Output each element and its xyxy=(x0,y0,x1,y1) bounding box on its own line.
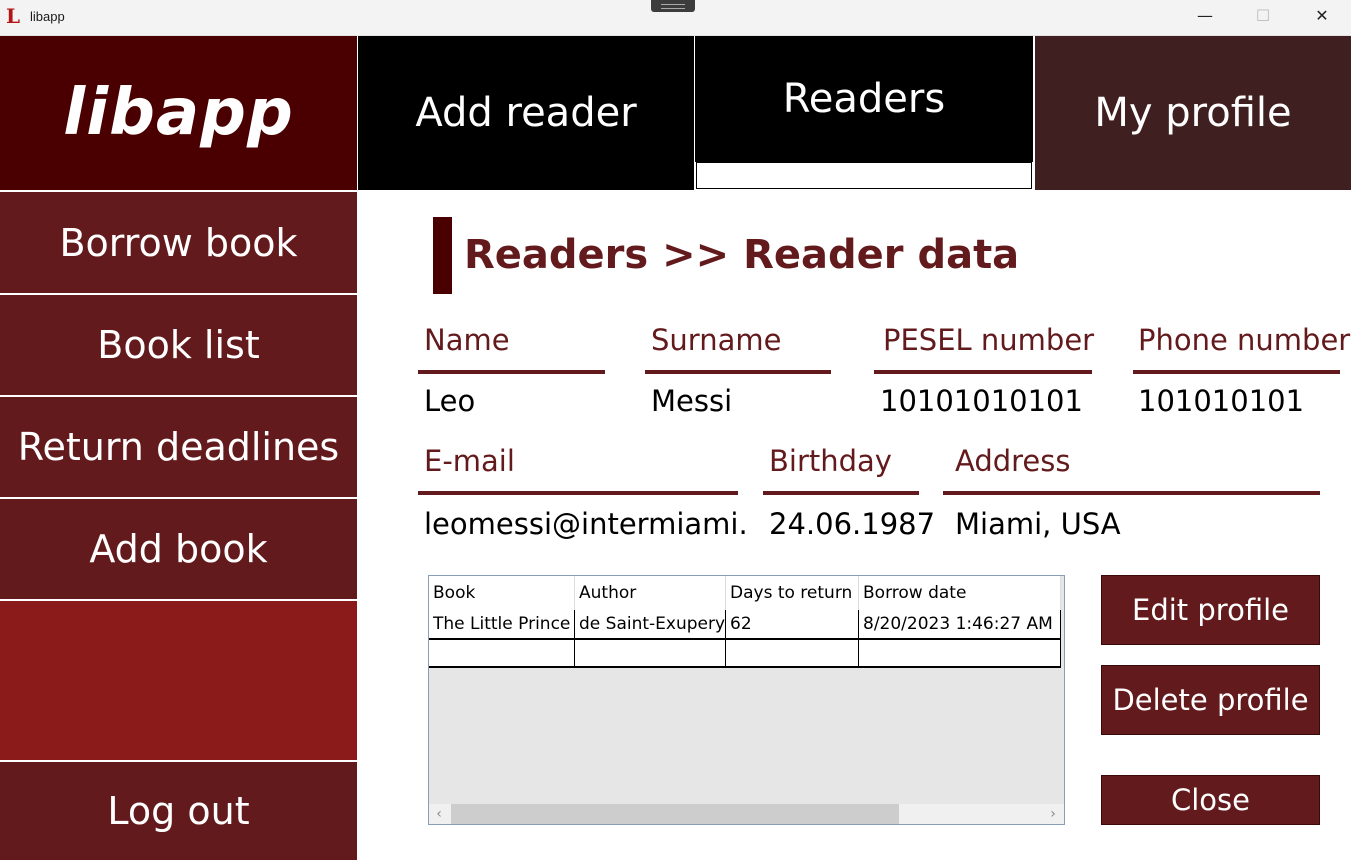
table-cell[interactable]: The Little Prince xyxy=(429,610,575,638)
name-label: Name xyxy=(424,323,510,357)
minimize-button[interactable]: — xyxy=(1176,0,1234,32)
birthday-underline xyxy=(763,491,919,495)
email-underline xyxy=(418,491,738,495)
app-icon: L xyxy=(6,4,21,28)
breadcrumb: Readers >> Reader data xyxy=(464,232,1020,278)
surname-underline xyxy=(645,370,831,374)
email-value: leomessi@intermiami.co xyxy=(424,507,746,541)
scroll-right-icon[interactable]: › xyxy=(1043,804,1063,824)
logout-button[interactable]: Log out xyxy=(0,762,357,860)
sidebar-item-return-deadlines[interactable]: Return deadlines xyxy=(0,397,357,497)
table-cell[interactable]: de Saint-Exupery xyxy=(575,610,726,638)
sidebar-filler xyxy=(0,601,357,760)
table-cell[interactable]: 62 xyxy=(726,610,859,638)
surname-label: Surname xyxy=(651,323,782,357)
address-label: Address xyxy=(955,444,1071,478)
table-cell[interactable] xyxy=(575,640,726,666)
breadcrumb-accent-bar xyxy=(433,217,452,294)
birthday-label: Birthday xyxy=(769,444,892,478)
column-header-book[interactable]: Book xyxy=(429,576,575,610)
drag-handle-icon[interactable] xyxy=(651,0,695,12)
table-row-new[interactable] xyxy=(429,640,1061,668)
tab-active-indicator xyxy=(696,162,1032,189)
table-cell[interactable] xyxy=(726,640,859,666)
tab-my-profile[interactable]: My profile xyxy=(1035,36,1351,190)
column-header-author[interactable]: Author xyxy=(575,576,726,610)
tab-readers[interactable]: Readers xyxy=(695,36,1033,162)
sidebar-item-book-list[interactable]: Book list xyxy=(0,295,357,395)
sidebar-item-add-book[interactable]: Add book xyxy=(0,499,357,599)
address-value: Miami, USA xyxy=(955,507,1121,541)
name-value: Leo xyxy=(424,384,476,418)
name-underline xyxy=(418,370,605,374)
column-header-days-to-return[interactable]: Days to return xyxy=(726,576,859,610)
phone-label: Phone number xyxy=(1138,323,1351,357)
window-title: libapp xyxy=(30,9,65,24)
table-cell[interactable] xyxy=(429,640,575,666)
phone-underline xyxy=(1133,370,1340,374)
close-window-button[interactable]: ✕ xyxy=(1293,0,1351,32)
table-header: Book Author Days to return Borrow date xyxy=(429,576,1061,610)
maximize-button[interactable]: ☐ xyxy=(1234,0,1292,32)
pesel-value: 10101010101 xyxy=(880,384,1083,418)
app-logo: libapp xyxy=(63,76,294,150)
column-header-borrow-date[interactable]: Borrow date xyxy=(859,576,1061,610)
pesel-label: PESEL number xyxy=(883,323,1095,357)
scroll-left-icon[interactable]: ‹ xyxy=(429,804,449,824)
logo-panel: libapp xyxy=(0,36,357,190)
window-titlebar: L libapp — ☐ ✕ xyxy=(0,0,1351,36)
sidebar-item-borrow-book[interactable]: Borrow book xyxy=(0,192,357,293)
phone-value: 101010101 xyxy=(1138,384,1305,418)
email-label: E-mail xyxy=(424,444,515,478)
edit-profile-button[interactable]: Edit profile xyxy=(1101,575,1320,645)
birthday-value: 24.06.1987 xyxy=(769,507,936,541)
borrowed-books-table[interactable]: Book Author Days to return Borrow date T… xyxy=(428,575,1065,825)
table-cell[interactable]: 8/20/2023 1:46:27 AM xyxy=(859,610,1061,638)
tab-add-reader[interactable]: Add reader xyxy=(358,36,694,190)
horizontal-scrollbar[interactable]: ‹ › xyxy=(429,804,1064,824)
pesel-underline xyxy=(874,370,1092,374)
delete-profile-button[interactable]: Delete profile xyxy=(1101,665,1320,735)
address-underline xyxy=(943,491,1320,495)
table-row[interactable]: The Little Prince de Saint-Exupery 62 8/… xyxy=(429,610,1061,640)
table-cell[interactable] xyxy=(859,640,1061,666)
close-button[interactable]: Close xyxy=(1101,775,1320,825)
surname-value: Messi xyxy=(651,384,733,418)
scrollbar-thumb[interactable] xyxy=(451,804,899,824)
